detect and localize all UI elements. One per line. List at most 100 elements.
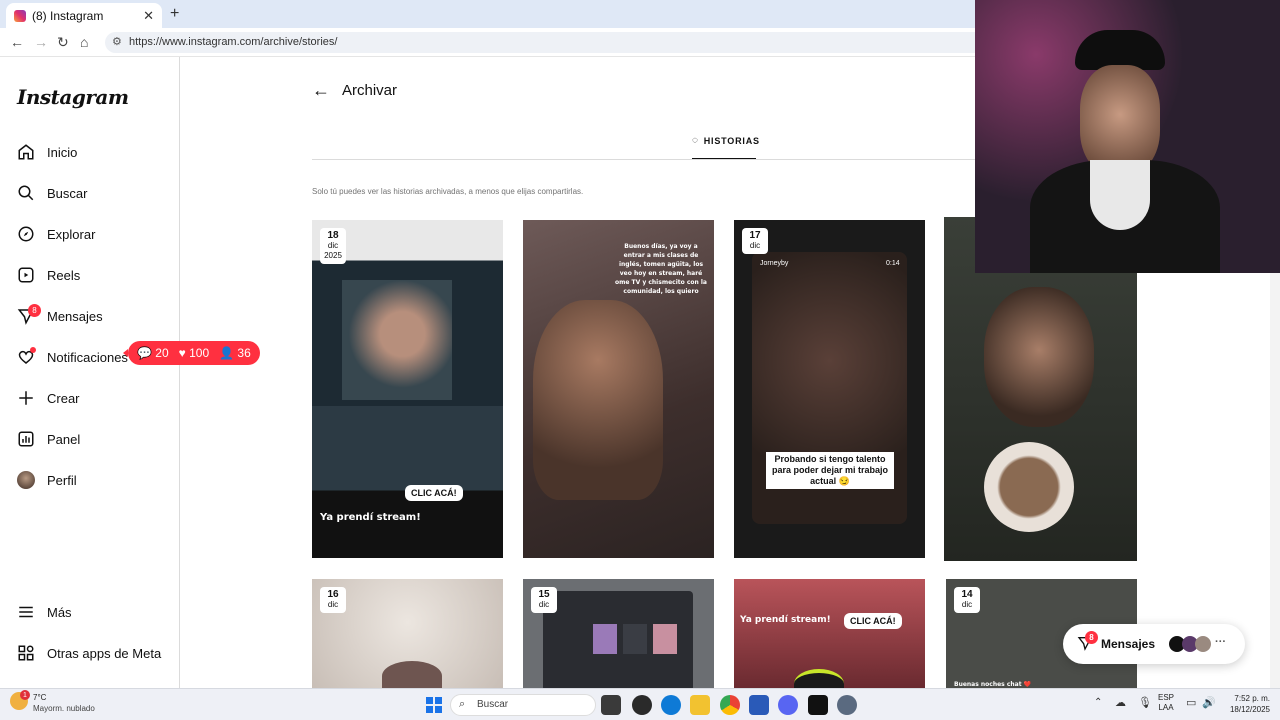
heart-icon [16, 347, 36, 367]
task-view-icon[interactable] [601, 695, 621, 715]
weather-temp: 7°C [33, 693, 47, 702]
dashboard-icon [16, 429, 36, 449]
site-settings-icon[interactable]: ⚙ [112, 35, 122, 48]
chevron-up-icon[interactable]: ⌃ [1094, 697, 1102, 708]
story-caption: Ya prendí stream! [740, 615, 831, 625]
sidebar-item-inicio[interactable]: Inicio [16, 138, 77, 166]
sidebar-item-otras-apps[interactable]: Otras apps de Meta [16, 639, 161, 667]
sidebar-item-mas[interactable]: Más [16, 598, 72, 626]
page-title: Archivar [342, 82, 398, 99]
messages-floating-button[interactable]: 8 Mensajes ··· [1063, 624, 1245, 664]
sidebar-item-explorar[interactable]: Explorar [16, 220, 95, 248]
notification-summary-pill[interactable]: 💬 20 ♥ 100 👤 36 [123, 341, 260, 365]
file-explorer-icon[interactable] [690, 695, 710, 715]
messages-badge: 8 [1085, 630, 1098, 644]
webcam-overlay [975, 0, 1280, 273]
sidebar-item-label: Buscar [47, 185, 88, 201]
story-thumbnail [533, 300, 663, 500]
story-tile[interactable]: 15 dic [523, 579, 714, 688]
sidebar-item-buscar[interactable]: Buscar [16, 179, 87, 207]
date-badge: 15 dic [531, 587, 557, 613]
date-badge: 17 dic [742, 228, 768, 254]
story-duration: 0:14 [886, 260, 900, 267]
tab-historias[interactable]: ◌ HISTORIAS [692, 135, 760, 146]
sidebar-item-notificaciones[interactable]: Notificaciones [16, 343, 128, 371]
sidebar-item-label: Panel [47, 431, 81, 447]
back-arrow-icon[interactable]: ← [312, 80, 330, 101]
active-tab-indicator [692, 158, 756, 159]
recent-avatars: ··· [1169, 636, 1226, 652]
date-badge: 18 dic 2025 [320, 228, 346, 264]
chrome-icon[interactable] [720, 695, 740, 715]
windows-start-icon[interactable] [424, 695, 444, 715]
reload-icon[interactable]: ↻ [57, 34, 69, 51]
more-icon: ··· [1215, 636, 1227, 648]
epic-games-icon[interactable] [808, 695, 828, 715]
weather-badge: 1 [20, 690, 30, 700]
weather-desc: Mayorm. nublado [33, 704, 95, 713]
home-browser-icon[interactable]: ⌂ [80, 34, 88, 50]
url-field[interactable]: ⚙ https://www.instagram.com/archive/stor… [105, 32, 1005, 53]
forward-arrow-icon[interactable]: → [34, 34, 48, 50]
search-icon [16, 183, 36, 203]
beanie [1075, 30, 1165, 70]
story-thumbnail [382, 661, 442, 688]
story-tile[interactable]: 17 dic Jorneyby 0:14 Probando si tengo ta… [734, 220, 925, 558]
comments-count: 💬 20 [137, 346, 169, 360]
sidebar-item-label: Inicio [47, 144, 78, 160]
sidebar-item-label: Crear [47, 390, 80, 406]
sidebar-item-crear[interactable]: Crear [16, 384, 80, 412]
compass-icon [16, 224, 36, 244]
story-thumbnail [794, 669, 844, 688]
close-tab-icon[interactable]: ✕ [143, 8, 154, 24]
sidebar: Instagram Inicio Buscar Explorar Reels 8… [0, 57, 180, 688]
clic-sticker: CLIC ACÁ! [844, 613, 902, 629]
volume-icon[interactable]: 🔊 [1202, 696, 1216, 709]
story-tile[interactable]: 18 dic 2025 CLIC ACÁ! Ya prendí stream! [312, 220, 503, 558]
weather-icon[interactable]: 1 [10, 690, 30, 710]
sidebar-item-panel[interactable]: Panel [16, 425, 80, 453]
sidebar-item-perfil[interactable]: Perfil [16, 466, 77, 494]
sidebar-item-label: Explorar [47, 226, 96, 242]
obs-icon[interactable] [632, 695, 652, 715]
story-caption: Ya prendí stream! [320, 512, 421, 523]
food-plate [984, 442, 1074, 532]
network-icon[interactable]: ▭ [1186, 696, 1196, 709]
date-badge: 16 dic [320, 587, 346, 613]
date-badge: 14 dic [954, 587, 980, 613]
reels-icon [16, 265, 36, 285]
sidebar-item-label: Otras apps de Meta [47, 645, 162, 661]
story-tile[interactable]: Ya prendí stream! CLIC ACÁ! [734, 579, 925, 688]
sidebar-item-label: Notificaciones [47, 349, 128, 365]
sidebar-item-reels[interactable]: Reels [16, 261, 80, 289]
story-caption: Buenos días, ya voy a entrar a mis clase… [615, 243, 707, 295]
microphone-icon[interactable]: 🎙 [1138, 696, 1152, 709]
url-text: https://www.instagram.com/archive/storie… [129, 36, 338, 48]
search-icon: ⌕ [459, 698, 466, 710]
taskbar-search[interactable]: ⌕ Buscar [450, 694, 596, 716]
sidebar-item-label: Reels [47, 267, 81, 283]
clock[interactable]: 7:52 p. m. 18/12/2025 [1222, 693, 1270, 715]
avatar [1195, 636, 1212, 652]
thumb-a [593, 624, 617, 654]
streamer-shirt [1090, 160, 1150, 230]
store-icon[interactable] [749, 695, 769, 715]
notification-dot [30, 347, 36, 353]
messages-badge: 8 [28, 304, 41, 317]
browser-tab[interactable]: (8) Instagram ✕ [6, 3, 162, 28]
sidebar-item-mensajes[interactable]: 8 Mensajes [16, 302, 103, 330]
instagram-logo[interactable]: Instagram [17, 85, 129, 109]
story-tile[interactable]: Buenos días, ya voy a entrar a mis clase… [523, 220, 714, 558]
menu-icon [16, 602, 36, 622]
story-username: Jorneyby [760, 260, 789, 267]
story-tile[interactable]: 16 dic [312, 579, 503, 688]
language-indicator[interactable]: ESP LAA [1158, 693, 1174, 713]
thumb-b [623, 624, 647, 654]
cloud-icon[interactable]: ☁ [1115, 696, 1126, 709]
page-scrollbar[interactable] [1270, 273, 1280, 688]
edge-icon[interactable] [661, 695, 681, 715]
new-tab-icon[interactable]: + [170, 5, 179, 23]
back-arrow-icon[interactable]: ← [10, 34, 24, 50]
settings-icon[interactable] [837, 695, 857, 715]
discord-icon[interactable] [778, 695, 798, 715]
